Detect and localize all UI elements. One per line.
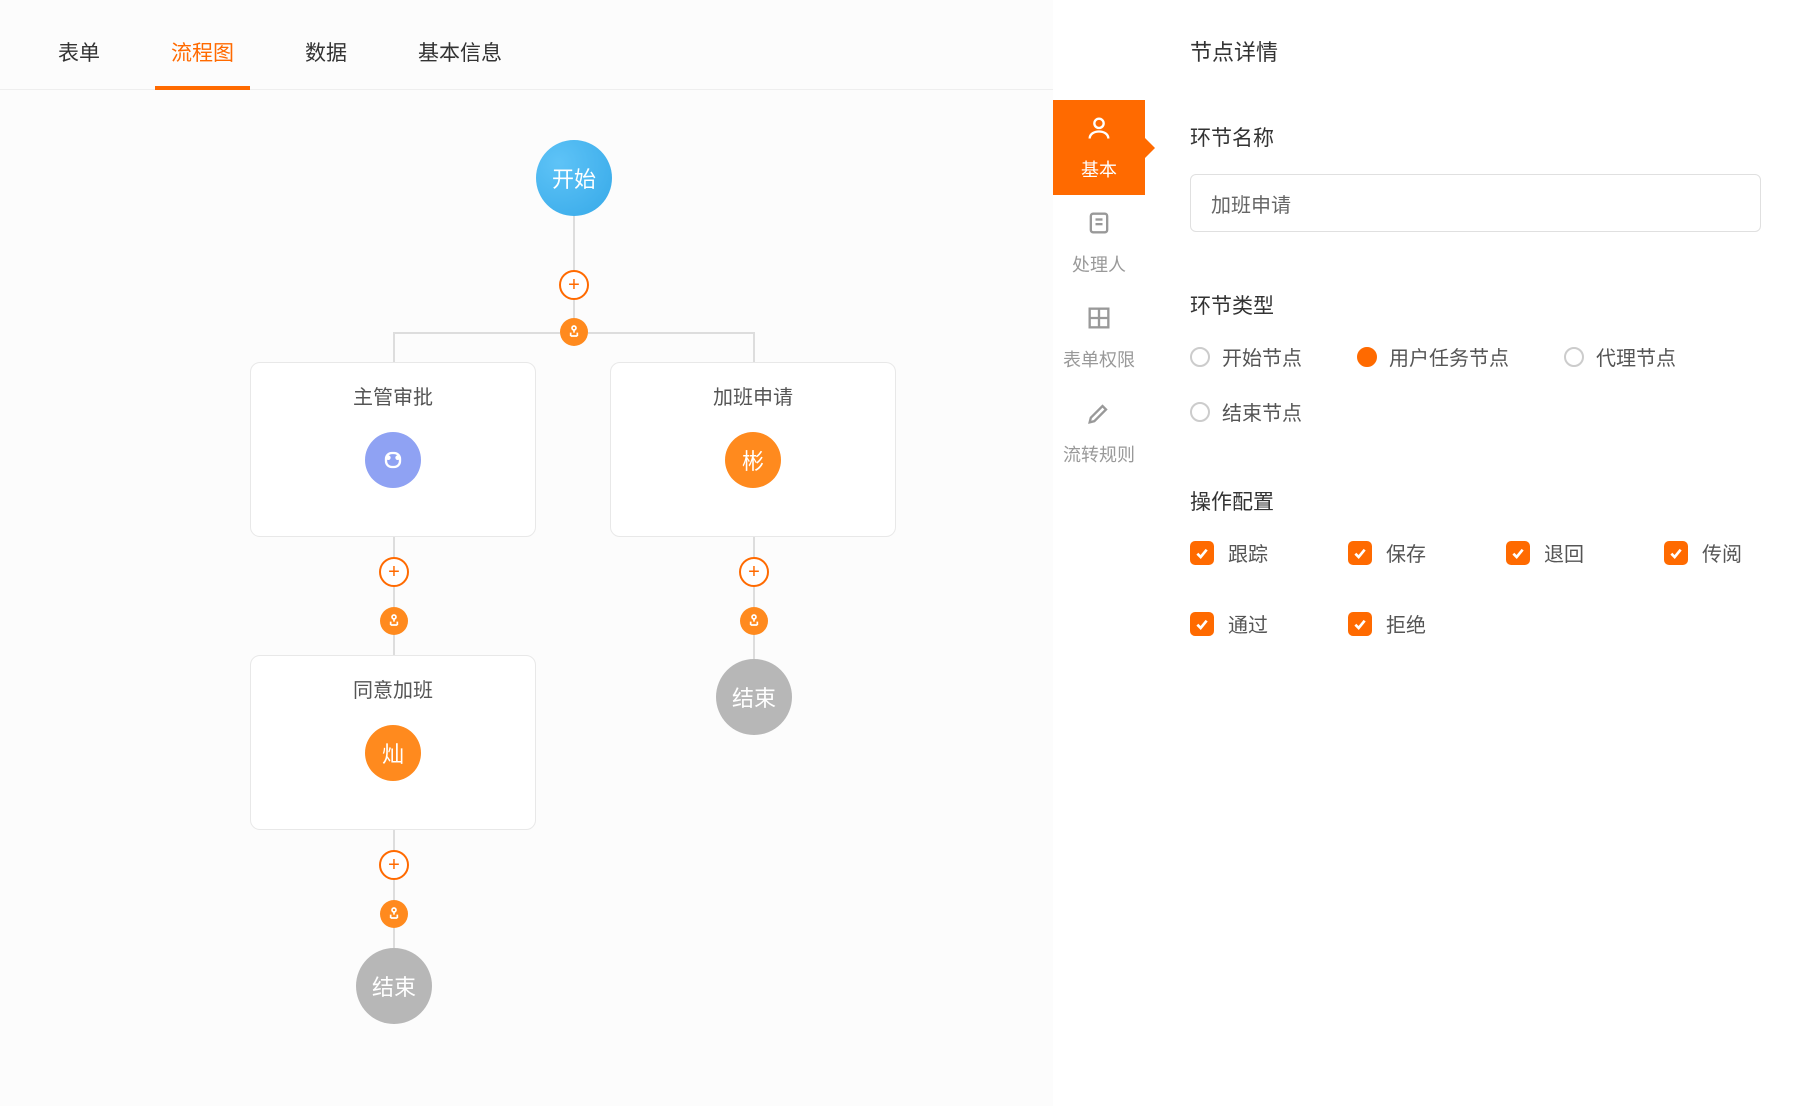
checkbox-label: 传阅 xyxy=(1702,538,1742,567)
connector-line xyxy=(753,332,755,362)
radio-label: 结束节点 xyxy=(1222,397,1302,426)
flow-canvas: 开始 + 主管审批 加班申请 xyxy=(0,90,1053,1090)
end-node[interactable]: 结束 xyxy=(356,948,432,1024)
check-icon xyxy=(1348,541,1372,565)
mini-tab-basic[interactable]: 基本 xyxy=(1053,100,1145,195)
connector-line xyxy=(393,880,395,900)
check-icon xyxy=(1664,541,1688,565)
flow-node-overtime-request[interactable]: 加班申请 彬 xyxy=(610,362,896,537)
flow-node-agree-overtime[interactable]: 同意加班 灿 xyxy=(250,655,536,830)
checkbox-label: 通过 xyxy=(1228,609,1268,638)
connector-line xyxy=(753,635,755,659)
type-label: 环节类型 xyxy=(1190,290,1761,320)
checkbox-label: 拒绝 xyxy=(1386,609,1426,638)
radio-dot-icon xyxy=(1357,347,1377,367)
checkbox-label: 保存 xyxy=(1386,538,1426,567)
connector-line xyxy=(393,830,395,850)
radio-proxy-node[interactable]: 代理节点 xyxy=(1564,342,1676,371)
name-label: 环节名称 xyxy=(1190,122,1761,152)
radio-dot-icon xyxy=(1564,347,1584,367)
avatar-text: 灿 xyxy=(365,725,421,781)
panel-title: 节点详情 xyxy=(1190,35,1761,67)
connector-line xyxy=(753,587,755,607)
add-node-button[interactable]: + xyxy=(739,557,769,587)
node-title: 同意加班 xyxy=(353,674,433,703)
checkbox-return[interactable]: 退回 xyxy=(1506,538,1584,567)
add-node-button[interactable]: + xyxy=(559,270,589,300)
start-node[interactable]: 开始 xyxy=(536,140,612,216)
check-icon xyxy=(1506,541,1530,565)
connector-line xyxy=(393,587,395,607)
flow-node-supervisor[interactable]: 主管审批 xyxy=(250,362,536,537)
user-icon xyxy=(1085,114,1113,147)
node-type-radio-group: 开始节点 用户任务节点 代理节点 结束节点 xyxy=(1190,342,1761,426)
panel-mini-tabs: 基本 处理人 表单权限 流转规则 xyxy=(1053,0,1145,1106)
connector-line xyxy=(573,300,575,318)
connector-line xyxy=(753,537,755,557)
node-title: 加班申请 xyxy=(713,381,793,410)
grid-icon xyxy=(1085,304,1113,337)
radio-end-node[interactable]: 结束节点 xyxy=(1190,397,1302,426)
ops-label: 操作配置 xyxy=(1190,486,1761,516)
end-node[interactable]: 结束 xyxy=(716,659,792,735)
checkbox-pass[interactable]: 通过 xyxy=(1190,609,1268,638)
branch-icon[interactable] xyxy=(560,318,588,346)
add-node-button[interactable]: + xyxy=(379,557,409,587)
tab-flowchart[interactable]: 流程图 xyxy=(163,25,242,89)
mini-tab-label: 流转规则 xyxy=(1063,441,1135,467)
connector-line xyxy=(393,332,395,362)
branch-icon[interactable] xyxy=(380,607,408,635)
mini-tab-form-permission[interactable]: 表单权限 xyxy=(1053,290,1145,385)
list-icon xyxy=(1085,209,1113,242)
mini-tab-label: 基本 xyxy=(1081,156,1117,182)
tab-form[interactable]: 表单 xyxy=(50,25,108,89)
checkbox-track[interactable]: 跟踪 xyxy=(1190,538,1268,567)
avatar-icon xyxy=(365,432,421,488)
branch-icon[interactable] xyxy=(380,900,408,928)
node-name-input[interactable] xyxy=(1190,174,1761,232)
check-icon xyxy=(1190,541,1214,565)
add-node-button[interactable]: + xyxy=(379,850,409,880)
tab-basic-info[interactable]: 基本信息 xyxy=(410,25,510,89)
connector-line xyxy=(588,332,754,334)
checkbox-save[interactable]: 保存 xyxy=(1348,538,1426,567)
mini-tab-flow-rule[interactable]: 流转规则 xyxy=(1053,385,1145,480)
radio-user-task-node[interactable]: 用户任务节点 xyxy=(1357,342,1509,371)
connector-line xyxy=(393,332,560,334)
checkbox-label: 跟踪 xyxy=(1228,538,1268,567)
radio-label: 用户任务节点 xyxy=(1389,342,1509,371)
connector-line xyxy=(393,537,395,557)
tab-data[interactable]: 数据 xyxy=(297,25,355,89)
top-tabs: 表单 流程图 数据 基本信息 xyxy=(0,0,1053,90)
pen-icon xyxy=(1085,399,1113,432)
radio-dot-icon xyxy=(1190,347,1210,367)
mini-tab-label: 处理人 xyxy=(1072,251,1126,277)
check-icon xyxy=(1190,612,1214,636)
radio-start-node[interactable]: 开始节点 xyxy=(1190,342,1302,371)
connector-line xyxy=(393,928,395,948)
checkbox-circulate[interactable]: 传阅 xyxy=(1664,538,1742,567)
mini-tab-label: 表单权限 xyxy=(1063,346,1135,372)
radio-label: 代理节点 xyxy=(1596,342,1676,371)
checkbox-reject[interactable]: 拒绝 xyxy=(1348,609,1426,638)
mini-tab-handler[interactable]: 处理人 xyxy=(1053,195,1145,290)
connector-line xyxy=(393,635,395,655)
avatar-text: 彬 xyxy=(725,432,781,488)
radio-label: 开始节点 xyxy=(1222,342,1302,371)
radio-dot-icon xyxy=(1190,402,1210,422)
connector-line xyxy=(573,216,575,270)
node-title: 主管审批 xyxy=(353,381,433,410)
check-icon xyxy=(1348,612,1372,636)
node-detail-panel: 基本 处理人 表单权限 流转规则 节点详情 xyxy=(1053,0,1806,1106)
checkbox-label: 退回 xyxy=(1544,538,1584,567)
branch-icon[interactable] xyxy=(740,607,768,635)
ops-checkbox-group: 跟踪 保存 退回 传阅 通过 xyxy=(1190,538,1761,638)
